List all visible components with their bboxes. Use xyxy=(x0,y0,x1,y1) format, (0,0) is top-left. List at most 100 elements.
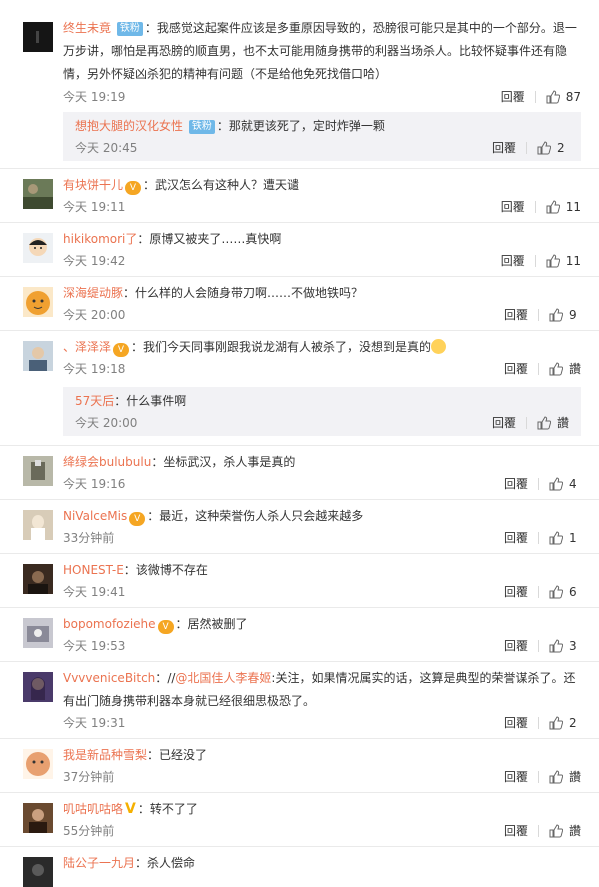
reply-button[interactable]: 回覆 xyxy=(504,306,528,323)
thumbs-up-icon[interactable] xyxy=(549,530,563,545)
avatar-image xyxy=(23,179,53,209)
username-link[interactable]: 叽咕叽咕咯 xyxy=(63,802,123,816)
username-link[interactable]: 深海缇动豚 xyxy=(63,286,123,300)
avatar[interactable] xyxy=(23,456,53,486)
comment-item: 叽咕叽咕咯 V ：转不了了 55分钟前 回覆 讚 xyxy=(0,793,599,847)
thumbs-up-icon[interactable] xyxy=(549,307,563,322)
username-link[interactable]: hikikomori了 xyxy=(63,232,137,246)
comment-time: 今天 19:53 xyxy=(63,639,126,653)
username-link[interactable]: VvvveniceBitch xyxy=(63,671,155,685)
username-link[interactable]: 陆公子一九月 xyxy=(63,856,135,870)
like-count: 6 xyxy=(569,584,577,599)
comment-time: 今天 19:11 xyxy=(63,200,126,214)
thumbs-up-icon[interactable] xyxy=(549,476,563,491)
like-count: 4 xyxy=(569,476,577,491)
comment-text-block: 、泽泽泽 V ：我们今天同事刚跟我说龙湖有人被杀了，没想到是真的 xyxy=(63,336,581,359)
thumbs-up-icon[interactable] xyxy=(549,823,563,838)
divider xyxy=(537,824,539,837)
comment-actions: 回覆 讚 xyxy=(504,822,581,839)
reply-button[interactable]: 回覆 xyxy=(501,252,525,269)
comment-text: 最近，这种荣誉伤人杀人只会越来越多 xyxy=(159,509,364,523)
vip-badge-icon: V xyxy=(129,512,146,526)
comment-time: 今天 19:41 xyxy=(63,585,126,599)
username-link[interactable]: HONEST-E xyxy=(63,563,124,577)
avatar-image xyxy=(23,233,53,263)
comment-item: 终生未竟 铁粉 ：我感觉这起案件应该是多重原因导致的，恐膀很可能只是其中的一个部分… xyxy=(0,0,599,169)
comment-text: 我们今天同事刚跟我说龙湖有人被杀了，没想到是真的 xyxy=(143,340,432,354)
thumbs-up-icon[interactable] xyxy=(546,253,560,268)
comment-item: HONEST-E：该微博不存在 今天 19:41 回覆 6 xyxy=(0,554,599,608)
avatar[interactable] xyxy=(23,341,53,371)
username-link[interactable]: bopomofoziehe xyxy=(63,617,156,631)
avatar[interactable] xyxy=(23,233,53,263)
avatar[interactable] xyxy=(23,287,53,317)
thumbs-up-icon[interactable] xyxy=(549,361,563,376)
comment-text-block: 叽咕叽咕咯 V ：转不了了 xyxy=(63,801,198,817)
reply-button[interactable]: 回覆 xyxy=(492,139,516,156)
reply-button[interactable]: 回覆 xyxy=(501,88,525,105)
reply-button[interactable]: 回覆 xyxy=(504,360,528,377)
thumbs-up-icon[interactable] xyxy=(537,415,551,430)
comment-text-block: HONEST-E：该微博不存在 xyxy=(63,563,208,577)
divider xyxy=(538,716,539,729)
comment-time: 今天 20:45 xyxy=(75,141,138,155)
avatar[interactable] xyxy=(23,857,53,887)
reply-button[interactable]: 回覆 xyxy=(504,768,528,785)
comment-text-block: 陆公子一九月：杀人偿命 xyxy=(63,856,196,870)
reply-button[interactable]: 回覆 xyxy=(501,198,525,215)
avatar[interactable] xyxy=(23,22,53,52)
comment-actions: 回覆 2 xyxy=(504,714,581,731)
thumbs-up-icon[interactable] xyxy=(549,638,563,653)
thumbs-up-icon[interactable] xyxy=(546,199,560,214)
username-link[interactable]: 想抱大腿的汉化女性 xyxy=(75,119,183,133)
username-link[interactable]: 57天后 xyxy=(75,394,114,408)
thumbs-up-icon[interactable] xyxy=(549,715,563,730)
comment-time: 55分钟前 xyxy=(63,824,115,838)
reply-button[interactable]: 回覆 xyxy=(504,529,528,546)
comment-actions: 回覆 讚 xyxy=(504,768,581,785)
divider xyxy=(538,308,539,321)
comment-actions: 回覆 87 xyxy=(501,88,581,105)
thumbs-up-icon[interactable] xyxy=(546,89,560,104)
avatar-image xyxy=(23,749,53,779)
username-link[interactable]: 有块饼干儿 xyxy=(63,178,123,192)
comment-text: 武汉怎么有这种人？遭天谴 xyxy=(155,178,300,192)
comment-text: 该微博不存在 xyxy=(135,563,208,577)
reply-button[interactable]: 回覆 xyxy=(504,637,528,654)
comment-text-block: 终生未竟 铁粉 ：我感觉这起案件应该是多重原因导致的，恐膀很可能只是其中的一个部分… xyxy=(63,21,577,81)
username-link[interactable]: 、泽泽泽 xyxy=(63,340,111,354)
comment-actions: 回覆 1 xyxy=(504,529,581,546)
avatar[interactable] xyxy=(23,510,53,540)
fan-badge: 铁粉 xyxy=(116,22,143,36)
thumbs-up-icon[interactable] xyxy=(537,140,551,155)
reply-button[interactable]: 回覆 xyxy=(504,822,528,839)
mention-link[interactable]: @北国佳人李春姬 xyxy=(175,671,271,685)
comment-actions: 回覆 讚 xyxy=(492,414,569,431)
avatar[interactable] xyxy=(23,749,53,779)
comment-time: 今天 20:00 xyxy=(75,416,138,430)
reply-button[interactable]: 回覆 xyxy=(504,475,528,492)
comment-time: 今天 19:19 xyxy=(63,90,126,104)
avatar[interactable] xyxy=(23,179,53,209)
reply-button[interactable]: 回覆 xyxy=(504,583,528,600)
comment-actions: 回覆 11 xyxy=(501,252,581,269)
avatar[interactable] xyxy=(23,672,53,702)
avatar[interactable] xyxy=(23,564,53,594)
comment-text-block: VvvveniceBitch：//@北国佳人李春姬:关注，如果情况属实的话，这算… xyxy=(63,671,576,708)
username-link[interactable]: 我是新品种雪梨 xyxy=(63,748,147,762)
avatar[interactable] xyxy=(23,618,53,648)
username-link[interactable]: 终生未竟 xyxy=(63,21,111,35)
username-link[interactable]: NiValceMis xyxy=(63,509,127,523)
comment-actions: 回覆 11 xyxy=(501,198,581,215)
avatar[interactable] xyxy=(23,803,53,833)
comment-text-block: hikikomori了：原博又被夹了……真快啊 xyxy=(63,232,282,246)
divider xyxy=(526,141,527,154)
username-link[interactable]: 绛绿会bulubulu xyxy=(63,455,151,469)
thumbs-up-icon[interactable] xyxy=(549,769,563,784)
reply-button[interactable]: 回覆 xyxy=(492,414,516,431)
avatar-image xyxy=(23,22,53,52)
thumbs-up-icon[interactable] xyxy=(549,584,563,599)
comment-actions: 回覆 3 xyxy=(504,637,581,654)
avatar-image xyxy=(23,510,53,540)
reply-button[interactable]: 回覆 xyxy=(504,714,528,731)
